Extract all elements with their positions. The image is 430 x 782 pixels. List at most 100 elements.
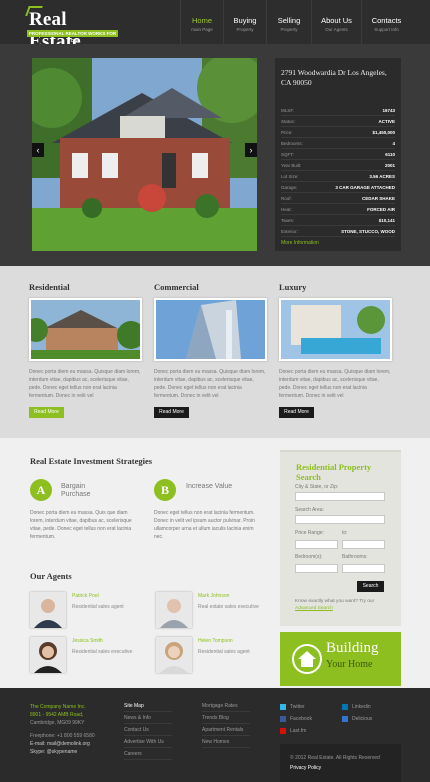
twitter-icon[interactable] (280, 704, 286, 710)
delicious-icon[interactable] (342, 716, 348, 722)
logo[interactable]: Real Estate PROFESSIONAL REALTOR WORKS F… (25, 6, 118, 52)
bathrooms-input[interactable] (342, 564, 385, 573)
price-label: Price Range: (295, 530, 324, 536)
listing-value: 6110 (385, 152, 395, 157)
social-link[interactable]: Last.fm (290, 727, 306, 735)
bedrooms-label: Bedroom(s): (295, 554, 323, 560)
listing-key: Bedrooms: (281, 141, 303, 146)
city-input[interactable] (295, 492, 385, 501)
agent-name[interactable]: Jessica Smith (72, 638, 103, 644)
nav-label: Home (191, 16, 212, 25)
agent-role: Residential sales agent (198, 649, 250, 655)
listing-value: $10,141 (378, 218, 395, 223)
listing-value: 3.56 ACRES (369, 174, 395, 179)
footer-link[interactable]: Careers (124, 748, 172, 760)
skype: Skype: @skypename (30, 749, 78, 755)
privacy-policy-link[interactable]: Privacy Policy (290, 764, 321, 772)
read-more-button[interactable]: Read More (279, 407, 314, 418)
next-slide-arrow-icon[interactable]: › (245, 143, 257, 157)
bedrooms-input[interactable] (295, 564, 338, 573)
category-text: Donec porta diem eu massa. Quisque diam … (279, 369, 391, 399)
category-text: Donec porta diem eu massa. Quisque diam … (29, 369, 141, 399)
nav-about[interactable]: About Us Our Agents (311, 0, 361, 44)
footer-link[interactable]: Site Map (124, 700, 172, 712)
listing-value: FORCED AIR (367, 207, 395, 212)
nav-label: Selling (277, 16, 301, 25)
social-link[interactable]: Facebook (290, 715, 312, 723)
city-label: City & State, or Zip: (295, 484, 339, 490)
categories-section: Residential Donec porta diem eu massa. Q… (0, 266, 430, 438)
footer-link[interactable]: New Homes (202, 736, 250, 748)
nav-buying[interactable]: Buying Property (223, 0, 266, 44)
agent-card[interactable]: Jessica Smith Residential sales executiv… (30, 637, 140, 675)
lastfm-icon[interactable] (280, 728, 286, 734)
linkedin-icon[interactable] (342, 704, 348, 710)
listing-key: Lot Size: (281, 174, 299, 179)
phone: Freephone: +1 800 559 6580 (30, 733, 95, 739)
social-link[interactable]: Twitter (290, 703, 305, 711)
listing-row: SQFT: 6110 (281, 149, 395, 160)
agent-avatar (156, 592, 192, 628)
category-title: Residential (29, 282, 70, 292)
agent-name[interactable]: Patrick Pool (72, 593, 99, 599)
listing-key: Taxes: (281, 218, 295, 223)
agents-heading: Our Agents (30, 571, 72, 581)
agent-name[interactable]: Mark Johnson (198, 593, 229, 599)
price-to-label: to: (342, 530, 348, 536)
read-more-button[interactable]: Read More (154, 407, 189, 418)
listing-key: Status: (281, 119, 296, 124)
agent-name[interactable]: Helen Tompson (198, 638, 233, 644)
read-more-button[interactable]: Read More (29, 407, 64, 418)
nav-sub: Support Info (374, 27, 399, 32)
listing-row: Exterior: STONE, STUCCO, WOOD (281, 226, 395, 237)
advanced-search-link[interactable]: Advanced Search (295, 606, 333, 611)
social-link[interactable]: Linkedin (352, 703, 371, 711)
nav-contacts[interactable]: Contacts Support Info (361, 0, 411, 44)
strategy-text: Donec eget tellus non erat lacinia ferme… (154, 510, 255, 540)
nav-sub: Property (280, 27, 298, 32)
brand-tagline: PROFESSIONAL REALTOR WORKS FOR YOU (27, 30, 118, 43)
facebook-icon[interactable] (280, 716, 286, 722)
nav-selling[interactable]: Selling Property (266, 0, 311, 44)
more-information-link[interactable]: More Information (281, 240, 319, 246)
listing-row: Lot Size: 3.56 ACRES (281, 171, 395, 182)
category-title: Commercial (154, 282, 199, 292)
nav-label: Contacts (371, 16, 402, 25)
category-text: Donec porta diem eu massa. Quisque diam … (154, 369, 266, 399)
agent-card[interactable]: Patrick Pool Residential sales agent (30, 592, 140, 630)
price-max-input[interactable] (342, 540, 385, 549)
agent-card[interactable]: Mark Johnson Real estate sales executive (156, 592, 266, 630)
company-name: The Company Name Inc. (30, 704, 86, 710)
footer-link[interactable]: News & Info (124, 712, 172, 724)
prev-slide-arrow-icon[interactable]: ‹ (32, 143, 44, 157)
strategy-b-icon: B (154, 479, 176, 501)
agent-card[interactable]: Helen Tompson Residential sales agent (156, 637, 266, 675)
search-button[interactable]: Search (357, 581, 384, 592)
footer: The Company Name Inc. 8901 - 9542 AMB Ro… (0, 688, 430, 782)
search-title: Residential Property Search (296, 462, 372, 482)
header: Real Estate PROFESSIONAL REALTOR WORKS F… (0, 0, 430, 52)
footer-link[interactable]: Apartment Rentals (202, 724, 250, 736)
listing-key: Heat: (281, 207, 292, 212)
strategy-text: Donec porta diem eu massa. Quis que diam… (30, 510, 132, 540)
listing-row: Year Built: 2001 (281, 160, 395, 171)
area-input[interactable] (295, 515, 385, 524)
listing-row: Status: ACTIVE (281, 116, 395, 127)
footer-link[interactable]: Contact Us (124, 724, 172, 736)
nav-sub: Our Agents (325, 27, 348, 32)
listing-key: Roof: (281, 196, 292, 201)
nav-home[interactable]: Home main Page (180, 0, 223, 44)
footer-link[interactable]: Advertise With Us (124, 736, 172, 748)
listing-row: Roof: CEDAR SHAKE (281, 193, 395, 204)
social-link[interactable]: Delicious (352, 715, 372, 723)
listing-row: Price: $1,450,000 (281, 127, 395, 138)
email[interactable]: E-mail: mail@demolink.org (30, 740, 90, 748)
building-your-home-banner[interactable]: Building Your Home (280, 632, 401, 686)
footer-link[interactable]: Trends Blog (202, 712, 250, 724)
listing-key: Garage: (281, 185, 298, 190)
listing-value: CEDAR SHAKE (361, 196, 395, 201)
listing-value: STONE, STUCCO, WOOD (341, 229, 395, 234)
footer-link[interactable]: Mortgage Rates (202, 700, 250, 712)
nav-label: About Us (321, 16, 352, 25)
price-min-input[interactable] (295, 540, 338, 549)
